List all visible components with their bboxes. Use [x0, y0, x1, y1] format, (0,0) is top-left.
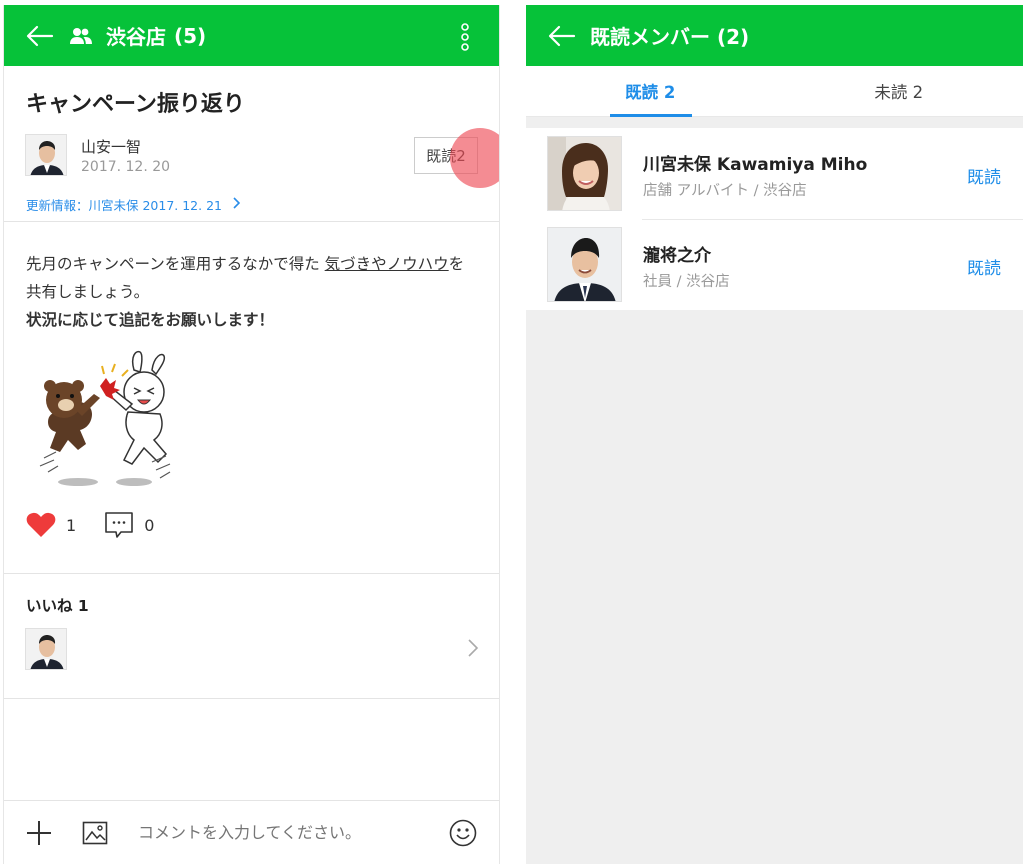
update-info-text: 更新情報：川宮未保 2017. 12. 21: [26, 198, 222, 213]
update-info-link[interactable]: 更新情報：川宮未保 2017. 12. 21: [4, 188, 499, 222]
like-count: 1: [66, 515, 77, 535]
tab-unread[interactable]: 未読 2: [775, 66, 1024, 116]
post-body-link[interactable]: 気づきやノウハウ: [325, 255, 449, 273]
group-title: 渋谷店 (5): [106, 21, 206, 50]
read-members-header-bar: 既読メンバー (2): [526, 5, 1023, 66]
post-date: 2017. 12. 20: [81, 159, 171, 175]
comment-icon[interactable]: [104, 511, 134, 539]
back-arrow-icon[interactable]: [548, 24, 576, 48]
member-photo: [547, 227, 622, 302]
group-icon: [70, 27, 92, 44]
sticker-image: [30, 350, 190, 490]
member-name: 瀧将之介: [643, 246, 711, 266]
chevron-right-icon: [468, 639, 479, 657]
group-member-count: (5): [174, 23, 207, 48]
member-list: 川宮未保 Kawamiya Miho 店舗 アルバイト / 渋谷店 既読 瀧将之…: [526, 128, 1023, 310]
member-read-status: 既読: [967, 168, 1001, 188]
tab-read[interactable]: 既読 2: [526, 66, 775, 117]
member-photo: [547, 136, 622, 211]
member-name: 川宮未保 Kawamiya Miho: [643, 155, 868, 175]
member-row[interactable]: 瀧将之介 社員 / 渋谷店 既読: [526, 219, 1023, 310]
post-header-bar: 渋谷店 (5): [4, 5, 499, 66]
post-body: 先月のキャンペーンを運用するなかで得た 気づきやノウハウを共有しましょう。 状況…: [4, 222, 499, 342]
read-count-button[interactable]: 既読2: [414, 137, 478, 174]
heart-icon[interactable]: [26, 512, 56, 538]
post-detail-screen: 渋谷店 (5) キャンペーン振り返り 山安一智 2017. 12. 20 既読2…: [3, 5, 500, 864]
likes-list-row[interactable]: [4, 626, 499, 699]
author-avatar[interactable]: [25, 134, 67, 176]
comment-count: 0: [144, 515, 155, 535]
emoji-icon[interactable]: [449, 819, 477, 847]
read-tabs: 既読 2 未読 2: [526, 66, 1023, 117]
image-icon[interactable]: [82, 821, 108, 845]
liker-avatar: [25, 628, 67, 670]
post-body-emphasis: 状況に応じて追記をお願いします！: [26, 311, 275, 329]
kebab-menu-icon[interactable]: [461, 23, 469, 51]
post-author: 山安一智 2017. 12. 20 既読2: [4, 128, 499, 188]
likes-header: いいね 1: [26, 597, 89, 615]
author-name: 山安一智: [81, 138, 142, 156]
read-members-title: 既読メンバー (2): [590, 25, 750, 49]
member-role: 社員 / 渋谷店: [643, 274, 730, 290]
group-name: 渋谷店: [106, 25, 166, 49]
divider: [4, 560, 499, 574]
plus-icon[interactable]: [26, 820, 52, 846]
member-role: 店舗 アルバイト / 渋谷店: [643, 183, 807, 199]
comment-input[interactable]: [138, 823, 418, 842]
member-read-status: 既読: [967, 259, 1001, 279]
post-title: キャンペーン振り返り: [26, 92, 245, 117]
read-members-screen: 既読メンバー (2) 既読 2 未読 2 川宮未保 Kawamiya Miho …: [526, 5, 1023, 864]
back-arrow-icon[interactable]: [26, 24, 54, 48]
chevron-right-icon: [232, 197, 241, 212]
member-row[interactable]: 川宮未保 Kawamiya Miho 店舗 アルバイト / 渋谷店 既読: [526, 128, 1023, 219]
comment-composer: [4, 800, 499, 864]
reaction-bar: 1 0: [4, 490, 499, 560]
post-body-text-1: 先月のキャンペーンを運用するなかで得た: [26, 255, 325, 273]
